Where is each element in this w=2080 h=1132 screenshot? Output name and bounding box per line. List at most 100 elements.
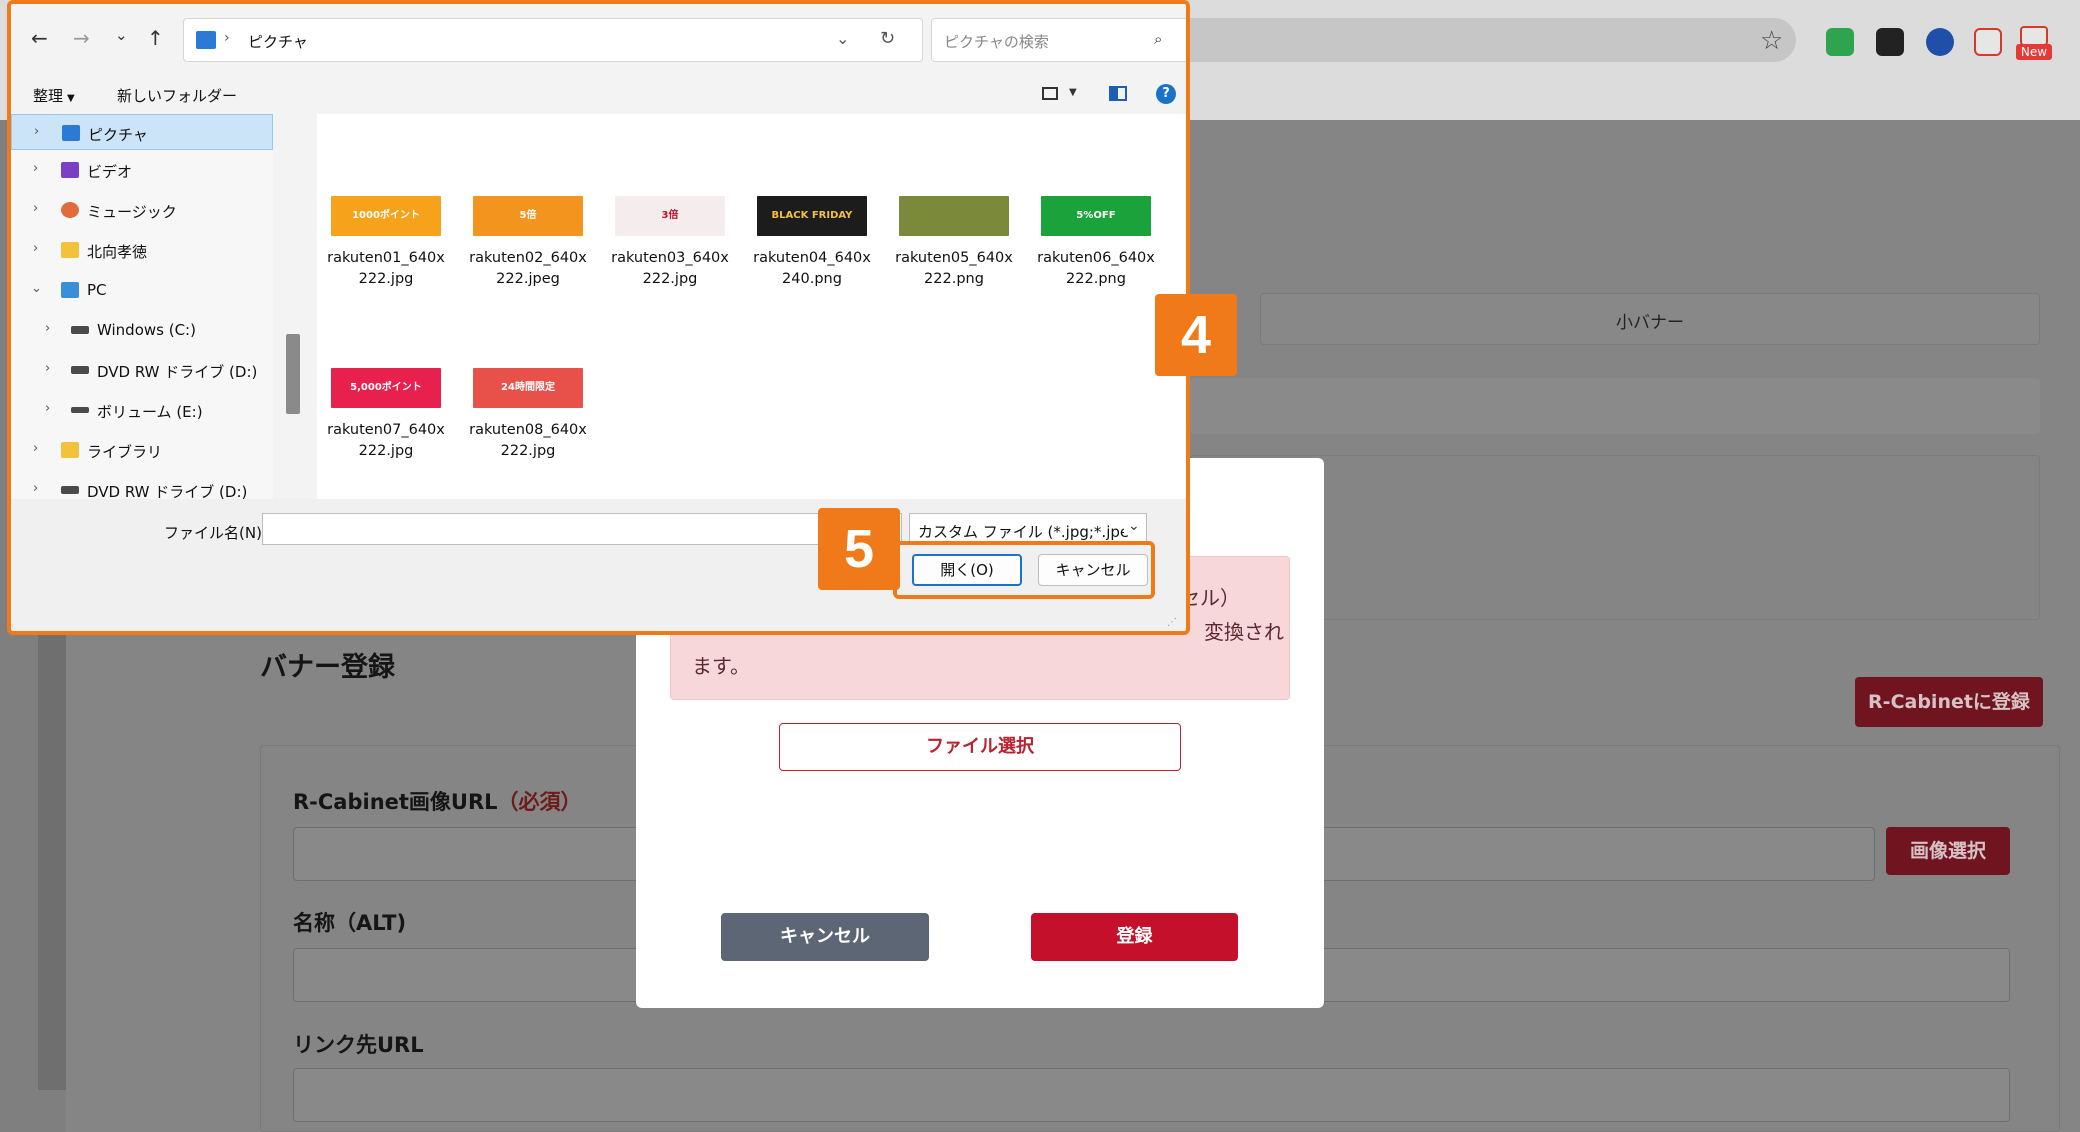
videos-folder-icon xyxy=(61,162,79,178)
file-item-rakuten07[interactable]: 5,000ポイント rakuten07_640x 222.jpg xyxy=(317,368,455,462)
thumbnail-text: BLACK FRIDAY xyxy=(771,210,853,221)
file-type-value: カスタム ファイル (*.jpg;*.jpe xyxy=(918,523,1130,541)
organize-menu[interactable]: 整理 ▼ xyxy=(33,85,75,106)
nav-item-library[interactable]: › ライブラリ xyxy=(11,432,273,468)
nav-item-videos[interactable]: › ビデオ xyxy=(11,152,273,188)
nav-item-pc[interactable]: ⌄ PC xyxy=(11,272,273,308)
address-dropdown-icon[interactable]: ⌄ xyxy=(836,29,849,48)
nav-item-volume-e[interactable]: › ボリューム (E:) xyxy=(11,392,273,428)
resize-grip-icon[interactable]: ⋰ xyxy=(1167,617,1177,628)
nav-item-label: ピクチャ xyxy=(88,126,148,144)
pictures-folder-icon xyxy=(196,31,216,49)
expand-chevron-icon[interactable]: › xyxy=(33,201,38,216)
file-thumbnail: 1000ポイント xyxy=(331,196,441,236)
file-thumbnail: 3倍 xyxy=(615,196,725,236)
expand-chevron-icon[interactable]: › xyxy=(33,481,38,496)
nav-item-music[interactable]: › ミュージック xyxy=(11,192,273,228)
file-item-rakuten02[interactable]: 5倍 rakuten02_640x 222.jpeg xyxy=(459,196,597,290)
file-select-button[interactable]: ファイル選択 xyxy=(779,723,1181,771)
file-item-rakuten01[interactable]: 1000ポイント rakuten01_640x 222.jpg xyxy=(317,196,455,290)
nav-item-label: DVD RW ドライブ (D:) xyxy=(87,483,248,499)
green-extension-icon[interactable] xyxy=(1826,28,1854,56)
dialog-search-box[interactable]: ピクチャの検索 ⌕ xyxy=(931,18,1186,62)
file-name-line2: 222.jpg xyxy=(642,271,698,287)
rcabinet-register-button[interactable]: R-Cabinetに登録 xyxy=(1855,677,2043,727)
file-name-line1: rakuten06_640x xyxy=(1037,250,1155,266)
up-arrow-icon[interactable]: ↑ xyxy=(147,26,164,50)
expand-chevron-icon[interactable]: › xyxy=(33,241,38,256)
star-icon[interactable]: ☆ xyxy=(1760,26,1783,56)
modal-alert-text-line3: ます。 xyxy=(692,654,750,678)
nav-scrollbar[interactable] xyxy=(286,334,300,414)
expand-chevron-icon[interactable]: › xyxy=(45,361,50,376)
help-icon[interactable]: ? xyxy=(1156,84,1176,104)
nav-item-drive-c[interactable]: › Windows (C:) xyxy=(11,312,273,348)
checklist-extension-icon[interactable] xyxy=(1876,28,1904,56)
forward-arrow-icon[interactable]: → xyxy=(73,26,90,50)
filename-label: ファイル名(N): xyxy=(164,524,267,542)
alt-label: 名称（ALT) xyxy=(293,911,407,935)
file-item-rakuten08[interactable]: 24時間限定 rakuten08_640x 222.jpg xyxy=(459,368,597,462)
file-item-rakuten06[interactable]: 5%OFF rakuten06_640x 222.png xyxy=(1027,196,1165,290)
left-rail xyxy=(38,560,66,1090)
translate-extension-icon[interactable] xyxy=(1974,28,2002,56)
file-name: rakuten05_640x 222.png xyxy=(885,248,1023,290)
image-select-button[interactable]: 画像選択 xyxy=(1886,827,2010,875)
new-badge: New xyxy=(2016,44,2052,60)
browser-address-bar[interactable] xyxy=(1130,18,1796,62)
expand-chevron-icon[interactable]: › xyxy=(34,124,39,139)
nav-item-dvd-drive[interactable]: › DVD RW ドライブ (D:) xyxy=(11,352,273,388)
filename-input[interactable] xyxy=(262,513,902,545)
file-item-rakuten03[interactable]: 3倍 rakuten03_640x 222.jpg xyxy=(601,196,739,290)
file-name-line2: 222.png xyxy=(924,271,984,287)
expand-chevron-icon[interactable]: › xyxy=(33,441,38,456)
file-name: rakuten02_640x 222.jpeg xyxy=(459,248,597,290)
new-folder-button[interactable]: 新しいフォルダー xyxy=(117,85,237,106)
link-url-label: リンク先URL xyxy=(293,1033,424,1057)
dialog-address-path: ピクチャ xyxy=(248,33,308,51)
file-thumbnail: 5%OFF xyxy=(1041,196,1151,236)
preview-pane-icon[interactable] xyxy=(1109,86,1127,101)
tab-small-banner[interactable]: 小バナー xyxy=(1260,293,2040,345)
dialog-address-row: ← → ⌄ ↑ › ピクチャ ⌄ ↻ ピクチャの検索 ⌕ xyxy=(11,4,1186,76)
nav-item-dvd-drive-2[interactable]: › DVD RW ドライブ (D:) xyxy=(11,472,273,499)
nav-item-label: PC xyxy=(87,281,107,299)
file-item-rakuten05[interactable]: rakuten05_640x 222.png xyxy=(885,196,1023,290)
view-options-icon[interactable] xyxy=(1042,87,1058,100)
file-name-line2: 222.png xyxy=(1066,271,1126,287)
nav-item-label: ライブラリ xyxy=(87,443,163,461)
expand-chevron-icon[interactable]: › xyxy=(45,321,50,336)
expand-chevron-icon[interactable]: › xyxy=(45,401,50,416)
recent-chevron-icon[interactable]: ⌄ xyxy=(115,26,128,44)
file-name: rakuten06_640x 222.png xyxy=(1027,248,1165,290)
thumbnail-text: 1000ポイント xyxy=(352,210,420,221)
tab-small-banner-label: 小バナー xyxy=(1616,313,1684,333)
new-extension-icon[interactable]: New xyxy=(2016,26,2052,60)
modal-cancel-button[interactable]: キャンセル xyxy=(721,913,929,961)
file-thumbnail: 5倍 xyxy=(473,196,583,236)
blue-check-extension-icon[interactable] xyxy=(1926,28,1954,56)
file-name-line1: rakuten07_640x xyxy=(327,422,445,438)
nav-item-pictures[interactable]: › ピクチャ xyxy=(11,114,273,150)
music-folder-icon xyxy=(61,202,79,218)
dialog-address-bar[interactable]: › ピクチャ ⌄ ↻ xyxy=(183,18,923,62)
refresh-icon[interactable]: ↻ xyxy=(880,28,895,49)
organize-dropdown-icon: ▼ xyxy=(67,93,75,104)
link-url-input[interactable] xyxy=(293,1068,2010,1122)
thumbnail-text: 3倍 xyxy=(661,210,679,221)
view-dropdown-icon[interactable]: ▼ xyxy=(1069,87,1077,98)
organize-label: 整理 xyxy=(33,87,64,105)
file-name-line2: 222.jpg xyxy=(358,443,414,459)
file-item-rakuten04[interactable]: BLACK FRIDAY rakuten04_640x 240.png xyxy=(743,196,881,290)
nav-item-user-folder[interactable]: › 北向孝徳 xyxy=(11,232,273,268)
expand-chevron-icon[interactable]: › xyxy=(33,161,38,176)
dialog-search-placeholder: ピクチャの検索 xyxy=(944,33,1049,51)
file-name-line1: rakuten03_640x xyxy=(611,250,729,266)
modal-register-button[interactable]: 登録 xyxy=(1031,913,1238,961)
dialog-file-list: 1000ポイント rakuten01_640x 222.jpg 5倍 rakute… xyxy=(317,114,1186,499)
file-name-line2: 222.jpg xyxy=(500,443,556,459)
collapse-chevron-icon[interactable]: ⌄ xyxy=(31,281,42,296)
file-thumbnail xyxy=(899,196,1009,236)
file-name: rakuten08_640x 222.jpg xyxy=(459,420,597,462)
back-arrow-icon[interactable]: ← xyxy=(31,26,48,50)
